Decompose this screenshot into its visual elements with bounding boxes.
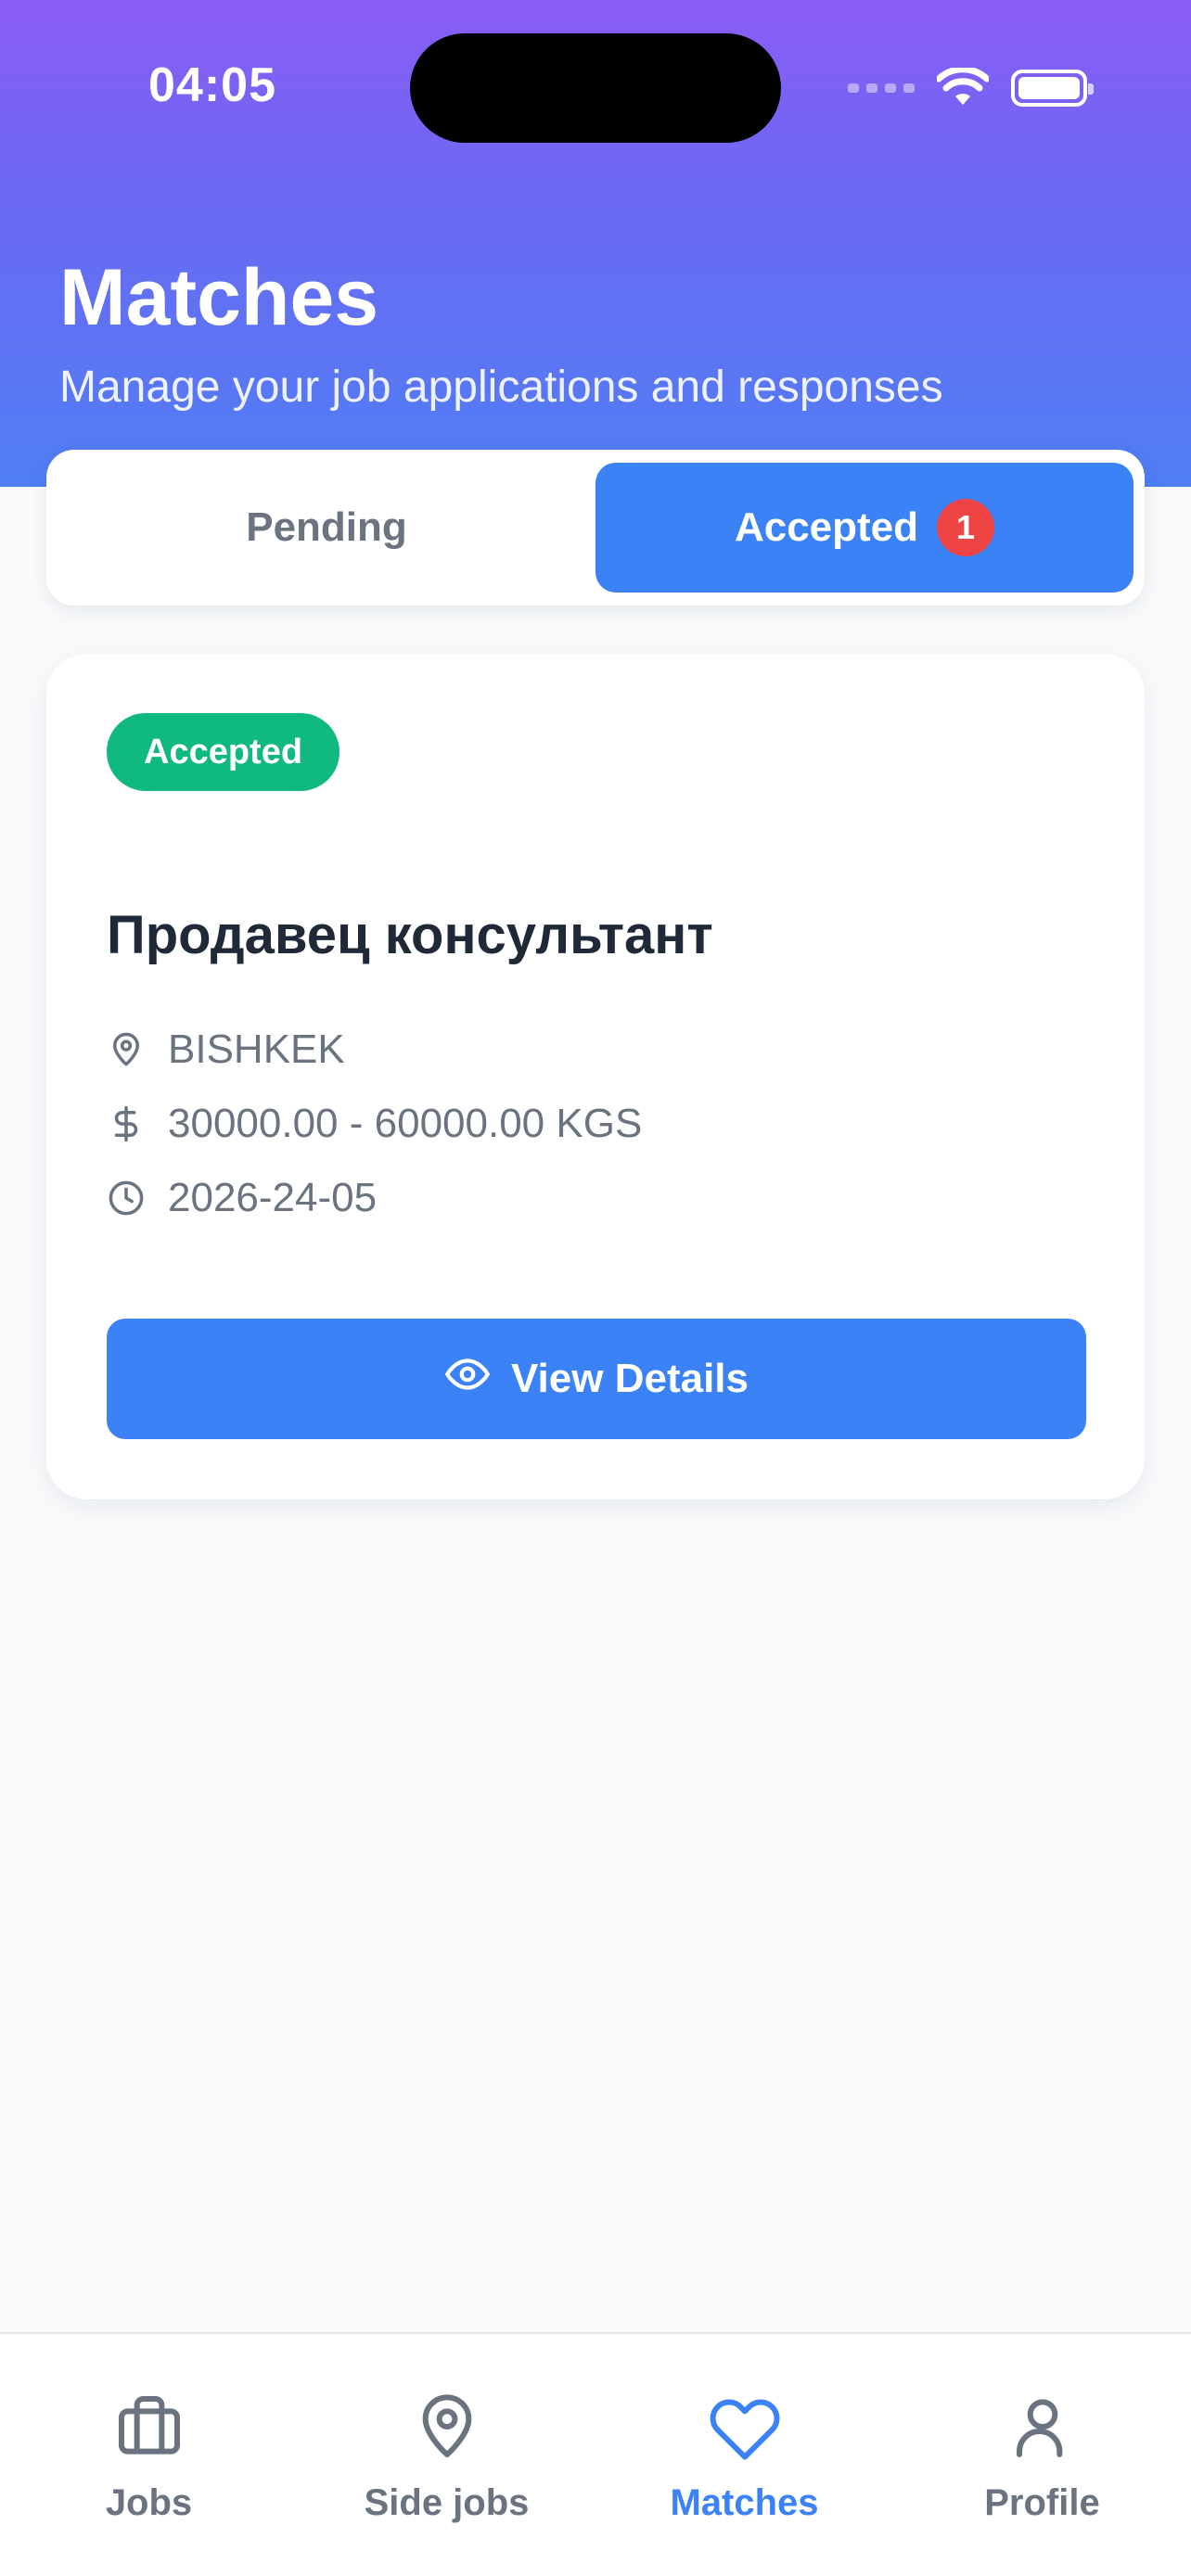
job-salary-text: 30000.00 - 60000.00 KGS bbox=[168, 1101, 643, 1146]
job-location-text: BISHKEK bbox=[168, 1027, 345, 1072]
user-icon bbox=[1016, 2399, 1062, 2457]
match-card: Accepted Продавец консультант BISHKEK 30… bbox=[46, 654, 1145, 1499]
status-time: 04:05 bbox=[148, 58, 276, 112]
nav-item-matches-label: Matches bbox=[670, 2482, 819, 2523]
tab-pending[interactable]: Pending bbox=[58, 463, 596, 593]
view-details-button[interactable]: View Details bbox=[107, 1319, 1086, 1439]
page-subtitle: Manage your job applications and respons… bbox=[59, 363, 943, 412]
map-pin-icon bbox=[422, 2394, 471, 2457]
wifi-icon bbox=[937, 68, 989, 105]
tab-accepted-label: Accepted bbox=[734, 504, 919, 550]
accepted-count-badge: 1 bbox=[937, 499, 995, 556]
dynamic-island bbox=[410, 33, 781, 143]
tab-pending-label: Pending bbox=[246, 504, 407, 550]
clock-icon bbox=[107, 1179, 146, 1218]
nav-item-profile[interactable]: Profile bbox=[893, 2334, 1191, 2576]
header: 04:05 Matches Manage your job applicatio… bbox=[0, 0, 1191, 487]
job-salary: 30000.00 - 60000.00 KGS bbox=[107, 1101, 642, 1147]
tab-accepted[interactable]: Accepted 1 bbox=[596, 463, 1133, 593]
briefcase-icon bbox=[118, 2396, 180, 2455]
bottom-navigation: Jobs Side jobs Matches Profile bbox=[0, 2332, 1191, 2576]
status-indicators bbox=[848, 65, 1094, 111]
job-title: Продавец консультант bbox=[107, 905, 713, 965]
cellular-signal-icon bbox=[848, 83, 915, 93]
status-badge: Accepted bbox=[107, 713, 340, 791]
nav-item-side-jobs-label: Side jobs bbox=[364, 2482, 530, 2523]
battery-icon bbox=[1011, 70, 1094, 107]
job-date: 2026-24-05 bbox=[107, 1175, 377, 1221]
nav-item-side-jobs[interactable]: Side jobs bbox=[298, 2334, 596, 2576]
status-tabs: Pending Accepted 1 bbox=[46, 450, 1145, 606]
eye-icon bbox=[444, 1351, 491, 1408]
map-pin-icon bbox=[107, 1030, 146, 1069]
job-location: BISHKEK bbox=[107, 1027, 345, 1073]
page-title: Matches bbox=[59, 253, 379, 342]
nav-item-jobs[interactable]: Jobs bbox=[0, 2334, 298, 2576]
matches-screen: 04:05 Matches Manage your job applicatio… bbox=[0, 0, 1191, 2576]
nav-item-profile-label: Profile bbox=[984, 2482, 1100, 2523]
dollar-icon bbox=[107, 1104, 146, 1143]
job-date-text: 2026-24-05 bbox=[168, 1175, 378, 1220]
heart-icon bbox=[710, 2399, 779, 2460]
nav-item-jobs-label: Jobs bbox=[105, 2482, 193, 2523]
nav-item-matches[interactable]: Matches bbox=[596, 2334, 893, 2576]
view-details-label: View Details bbox=[511, 1356, 749, 1401]
